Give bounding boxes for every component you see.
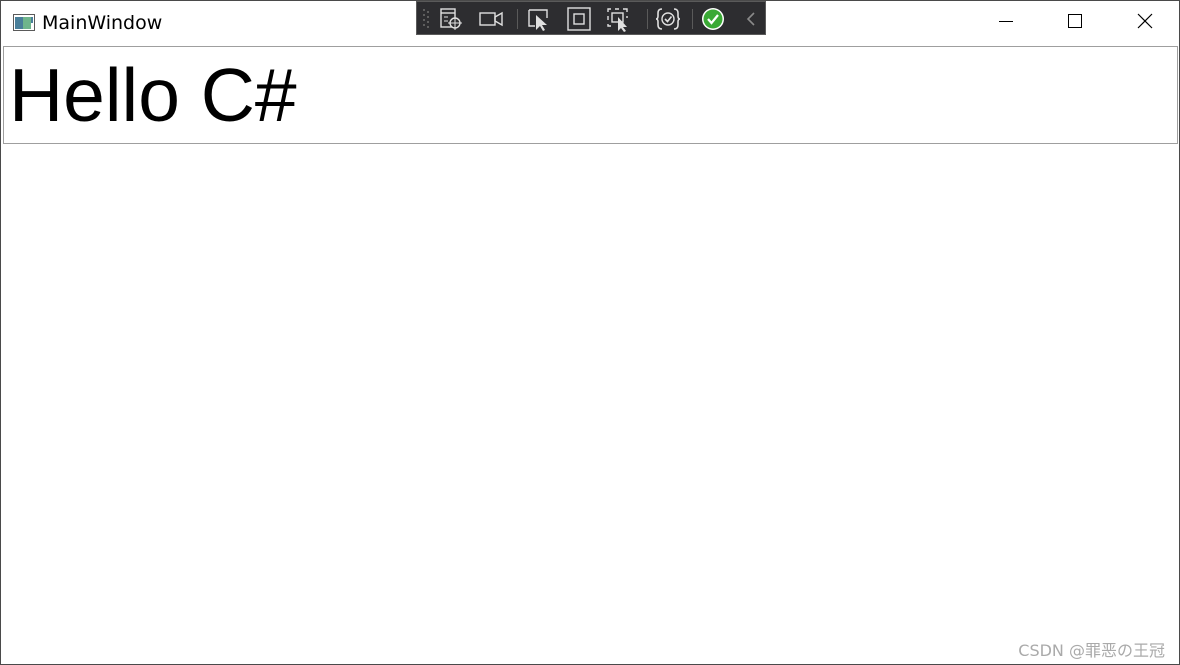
binding-failures-icon[interactable] (654, 6, 682, 32)
watermark: CSDN @罪恶の王冠 (1018, 641, 1165, 660)
grip-icon[interactable] (421, 6, 431, 32)
toolbar-separator (692, 9, 693, 29)
textbox-text: Hello C# (9, 53, 297, 137)
toolbar-separator (517, 9, 518, 29)
xaml-debug-toolbar (416, 1, 766, 35)
content-textbox[interactable]: Hello C# (3, 46, 1178, 144)
maximize-icon (1067, 13, 1083, 33)
collapse-toolbar-chevron-icon[interactable] (737, 6, 765, 32)
toolbar-separator (647, 9, 648, 29)
track-focused-element-icon[interactable] (605, 6, 633, 32)
wpf-window-icon (13, 14, 35, 31)
window-title: MainWindow (42, 12, 163, 34)
minimize-button[interactable] (971, 1, 1041, 45)
main-window: MainWindow Hello C# CSDN @罪恶の王冠 (0, 0, 1180, 665)
close-icon (1137, 13, 1153, 33)
display-layout-adorners-icon[interactable] (565, 6, 593, 32)
select-element-icon[interactable] (525, 6, 553, 32)
close-button[interactable] (1110, 1, 1180, 45)
minimize-icon (998, 13, 1014, 33)
record-video-icon[interactable] (477, 6, 505, 32)
no-issues-checkmark-icon[interactable] (699, 6, 727, 32)
maximize-button[interactable] (1040, 1, 1110, 45)
go-to-live-visual-tree-icon[interactable] (437, 6, 465, 32)
